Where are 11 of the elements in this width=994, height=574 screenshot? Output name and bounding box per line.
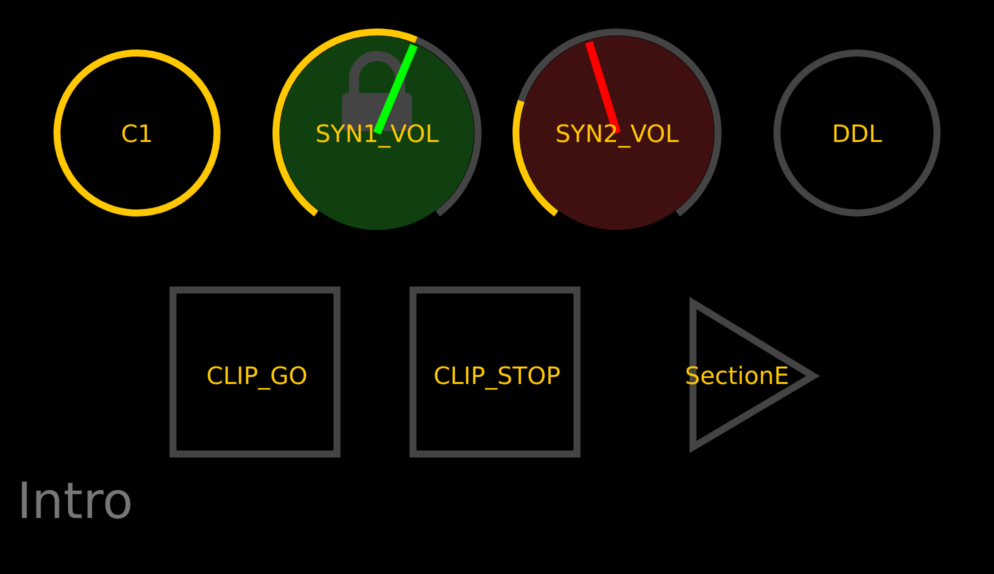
control-label: C1 — [120, 120, 154, 148]
page-title: Intro — [17, 471, 134, 531]
pad-label: CLIP_GO — [206, 362, 308, 390]
pad-square[interactable] — [410, 286, 580, 458]
control-label: DDL — [832, 120, 882, 148]
pad-label: CLIP_STOP — [434, 362, 560, 390]
knob-face[interactable] — [280, 36, 474, 230]
control-label: SYN1_VOL — [315, 120, 439, 148]
toggle-ring[interactable] — [774, 50, 940, 216]
pad-label: SectionE — [684, 362, 790, 390]
control-label: SYN2_VOL — [555, 120, 679, 148]
